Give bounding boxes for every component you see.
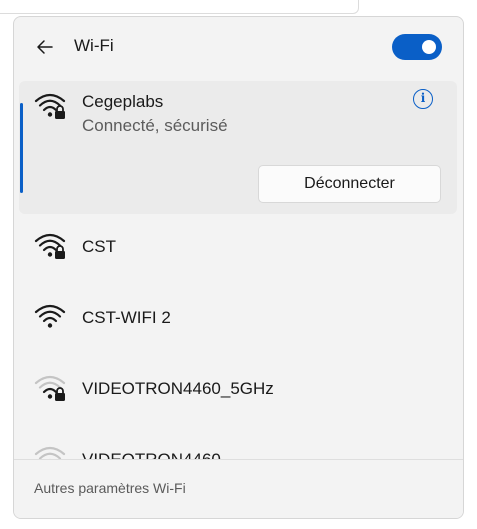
wifi-flyout-panel: Wi-Fi Cegeplabs Connecté, sécurisé i Déc… — [13, 16, 464, 519]
network-name: VIDEOTRON4460_5GHz — [82, 379, 274, 398]
wifi-icon — [34, 304, 66, 328]
wifi-secured-icon — [34, 233, 66, 259]
disconnect-button[interactable]: Déconnecter — [258, 165, 441, 203]
back-arrow-icon[interactable] — [35, 37, 55, 57]
network-list-item[interactable]: CST — [19, 217, 457, 277]
page-title: Wi-Fi — [74, 36, 114, 55]
connection-status: Connecté, sécurisé — [82, 116, 228, 135]
wifi-weak-secured-icon — [34, 375, 66, 401]
wifi-toggle[interactable] — [392, 34, 442, 60]
background-window — [0, 0, 359, 14]
connected-network-name: Cegeplabs — [82, 92, 164, 111]
flyout-footer: Autres paramètres Wi-Fi — [14, 459, 463, 518]
info-icon[interactable]: i — [413, 89, 433, 109]
network-list-item[interactable]: CST-WIFI 2 — [19, 288, 457, 348]
wifi-header: Wi-Fi — [14, 17, 463, 79]
wifi-secured-icon — [34, 93, 66, 119]
more-wifi-settings-link[interactable]: Autres paramètres Wi-Fi — [34, 480, 186, 496]
connected-network-item[interactable]: Cegeplabs Connecté, sécurisé i Déconnect… — [19, 81, 457, 214]
network-list-item[interactable]: VIDEOTRON4460_5GHz — [19, 359, 457, 419]
network-name: CST-WIFI 2 — [82, 308, 171, 327]
selection-indicator — [20, 103, 23, 193]
network-name: CST — [82, 237, 116, 256]
toggle-knob — [422, 40, 436, 54]
